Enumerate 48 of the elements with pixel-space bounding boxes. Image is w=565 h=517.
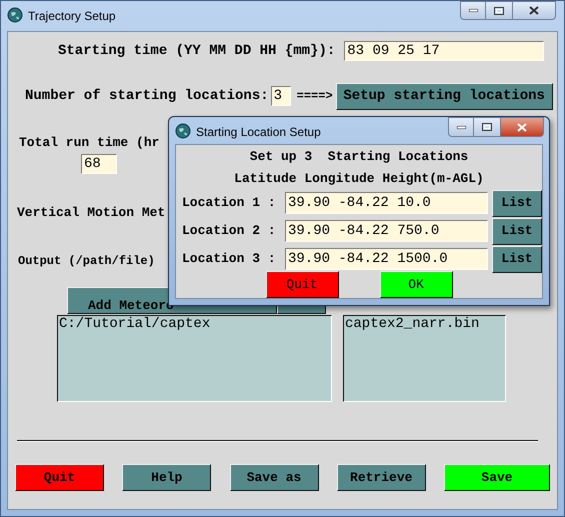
location-field[interactable]: 39.90 -84.22 10.0 <box>285 192 488 214</box>
run-time-field[interactable]: 68 <box>81 154 117 174</box>
starting-time-field[interactable]: 83 09 25 17 <box>344 41 544 61</box>
action-button[interactable]: Help <box>122 464 212 491</box>
arrow-text: ====> <box>296 88 333 105</box>
minimize-icon <box>456 126 466 128</box>
location-field[interactable]: 39.90 -84.22 1500.0 <box>285 248 488 270</box>
maximize-button[interactable] <box>486 1 512 20</box>
location-label: Location 3 : <box>182 250 277 268</box>
close-icon <box>517 122 527 132</box>
action-button[interactable]: Save <box>444 464 550 491</box>
globe-icon <box>175 123 191 139</box>
list-item[interactable]: captex2_narr.bin <box>345 316 504 333</box>
action-button[interactable]: Quit <box>15 464 104 491</box>
maximize-button[interactable] <box>474 117 500 137</box>
dialog-title: Starting Location Setup <box>196 124 321 141</box>
minimize-button[interactable] <box>448 117 474 137</box>
close-button[interactable] <box>500 117 544 137</box>
dialog-heading: Set up 3 Starting Locations <box>250 149 468 165</box>
field-label: Vertical Motion Met <box>17 204 166 222</box>
location-count-field[interactable]: 3 <box>270 86 291 106</box>
action-button[interactable]: Save as <box>230 464 318 491</box>
field-label: Number of starting locations: <box>25 86 269 106</box>
window-title: Trajectory Setup <box>28 8 116 25</box>
location-field[interactable]: 39.90 -84.22 750.0 <box>285 220 488 242</box>
location-label: Location 1 : <box>182 194 277 212</box>
setup-locations-button[interactable]: Setup starting locations <box>336 82 553 110</box>
close-button[interactable] <box>512 1 556 20</box>
maximize-icon <box>494 6 504 14</box>
list-button[interactable]: List <box>492 190 542 216</box>
action-button[interactable]: Retrieve <box>336 464 426 491</box>
list-button[interactable]: List <box>492 246 542 272</box>
directory-list[interactable]: C:/Tutorial/captex <box>57 315 332 402</box>
maximize-icon <box>482 123 492 131</box>
location-label: Location 2 : <box>182 222 277 240</box>
minimize-button[interactable] <box>460 1 486 20</box>
field-label: Output (/path/file) <box>18 253 155 270</box>
field-label: Starting time (YY MM DD HH {mm}): <box>58 42 336 60</box>
dialog-button[interactable]: OK <box>380 271 452 298</box>
close-icon <box>529 6 539 15</box>
dialog-button[interactable]: Quit <box>266 271 338 298</box>
column-header: Latitude Longitude Height(m-AGL) <box>234 171 484 187</box>
globe-icon <box>7 7 23 23</box>
list-button[interactable]: List <box>492 218 542 244</box>
field-label: Total run time (hr <box>19 134 160 152</box>
files-list[interactable]: captex2_narr.bin <box>343 315 506 402</box>
list-item[interactable]: C:/Tutorial/captex <box>59 316 330 333</box>
minimize-icon <box>468 9 478 12</box>
